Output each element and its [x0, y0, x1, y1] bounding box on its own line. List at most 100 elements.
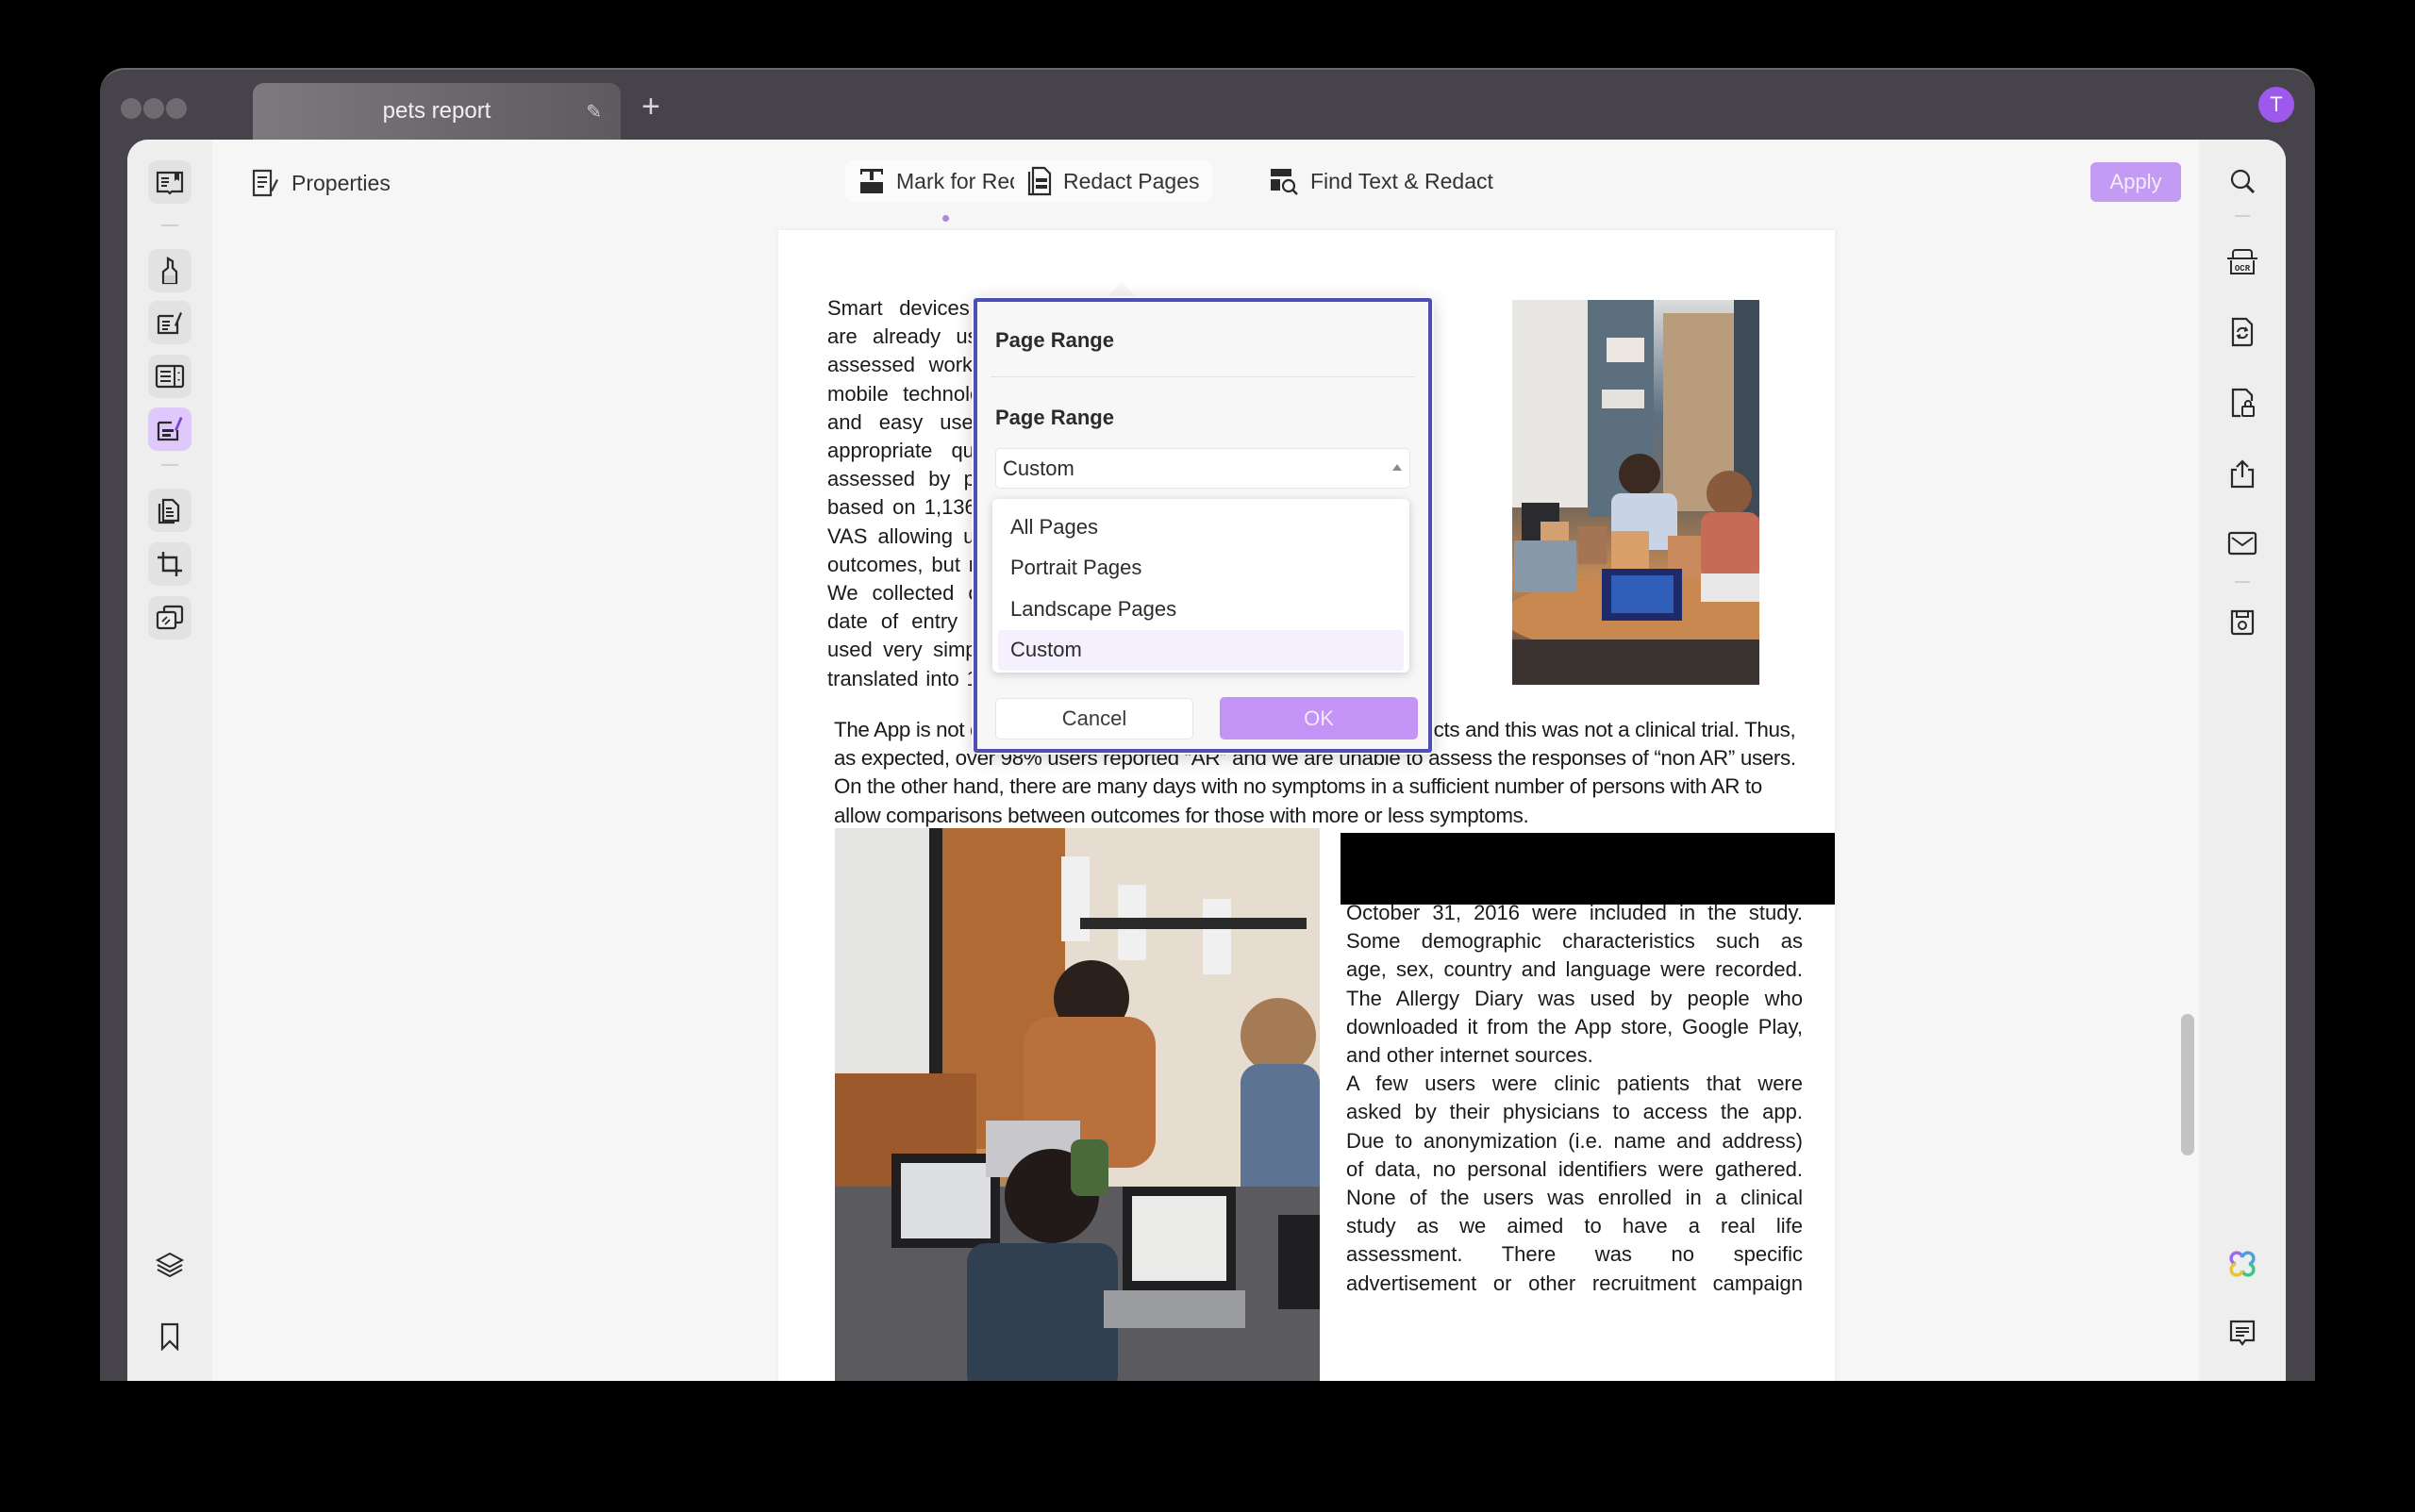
sidebar-divider [161, 224, 178, 226]
edit-text-icon [156, 308, 184, 337]
lock-file-icon [2229, 388, 2256, 418]
right-sidebar-comments[interactable] [2222, 1313, 2263, 1354]
pages-icon [156, 496, 184, 524]
paragraph-column: October 31, 2016 were included in the st… [1346, 899, 1803, 1298]
crop-icon [156, 550, 184, 578]
sidebar-divider [2235, 215, 2250, 217]
app-window: pets report ✎ + T Properties Mark for Re… [100, 68, 2315, 1381]
user-avatar[interactable]: T [2258, 87, 2294, 123]
sidebar-item-edit[interactable] [148, 301, 192, 344]
bookmark-icon [159, 1322, 180, 1351]
sidebar-item-compare[interactable] [148, 596, 192, 640]
vertical-scrollbar[interactable] [2181, 1014, 2194, 1155]
page-range-dropdown: All Pages Portrait Pages Landscape Pages… [992, 499, 1409, 673]
option-landscape-pages[interactable]: Landscape Pages [998, 589, 1404, 630]
page-range-label: Page Range [995, 406, 1114, 429]
sidebar-item-organize[interactable] [148, 489, 192, 532]
left-sidebar [127, 140, 212, 1381]
window-close-button[interactable] [121, 98, 142, 119]
option-portrait-pages[interactable]: Portrait Pages [998, 548, 1404, 590]
text-line: age, sex, country and language were reco… [1346, 957, 1803, 982]
text-line: of data, no personal identifiers were ga… [1346, 1156, 1803, 1181]
right-sidebar-protect[interactable] [2222, 382, 2263, 424]
dialog-title: Page Range [995, 328, 1114, 352]
overlay-icon [156, 605, 184, 631]
tool-label: Find Text & Redact [1310, 168, 1493, 193]
text-line: study as we aimed to have a real life [1346, 1214, 1803, 1238]
team-working-photo [835, 828, 1320, 1381]
mark-redaction-icon [858, 167, 885, 195]
text-line: None of the users was enrolled in a clin… [1346, 1186, 1803, 1210]
rename-pencil-icon[interactable]: ✎ [586, 100, 602, 124]
right-sidebar-email[interactable] [2222, 523, 2263, 564]
convert-icon [2229, 317, 2256, 347]
page-range-selected-value: Custom [1003, 456, 1074, 480]
redact-pages-icon [1027, 166, 1052, 196]
cancel-button[interactable]: Cancel [995, 698, 1193, 739]
option-all-pages[interactable]: All Pages [998, 507, 1404, 548]
search-icon [2228, 167, 2257, 195]
page-range-select[interactable]: Custom [995, 448, 1410, 489]
sidebar-item-form[interactable] [148, 355, 192, 398]
new-tab-button[interactable]: + [641, 89, 660, 125]
book-icon [156, 169, 184, 195]
text-line: assessment. There was no specific [1346, 1242, 1803, 1267]
redaction-mark[interactable] [1341, 833, 1835, 905]
sidebar-item-crop[interactable] [148, 542, 192, 586]
comment-icon [2228, 1319, 2257, 1349]
properties-label: Properties [291, 170, 391, 195]
sidebar-item-reader[interactable] [148, 160, 192, 204]
text-line: October 31, 2016 were included in the st… [1346, 901, 1803, 924]
tool-label: Redact Pages [1063, 168, 1200, 193]
text-line: asked by their physicians to access the … [1346, 1100, 1803, 1124]
find-text-redact-icon [1269, 166, 1299, 196]
text-line: A few users were clinic patients that we… [1346, 1072, 1803, 1096]
right-sidebar: OCR [2199, 140, 2286, 1381]
apply-button[interactable]: Apply [2090, 162, 2181, 202]
page-range-dialog: Page Range Page Range Custom All Pages P… [972, 296, 1434, 755]
right-sidebar-save[interactable] [2222, 602, 2263, 643]
properties-button[interactable]: Properties [250, 168, 391, 198]
window-minimize-button[interactable] [143, 98, 164, 119]
highlighter-icon [158, 257, 182, 285]
text-line: Some demographic characteristics such as [1346, 929, 1803, 954]
text-line: downloaded it from the App store, Google… [1346, 1014, 1803, 1038]
layers-icon [155, 1251, 185, 1279]
dialog-pointer [1108, 281, 1135, 296]
sidebar-divider [161, 464, 178, 466]
tool-find-text-redact[interactable]: Find Text & Redact [1256, 160, 1507, 202]
right-sidebar-convert[interactable] [2222, 311, 2263, 353]
sidebar-item-layers[interactable] [148, 1243, 192, 1287]
tab-title: pets report [382, 98, 491, 124]
option-custom[interactable]: Custom [998, 629, 1404, 671]
text-line: and other internet sources. [1346, 1043, 1593, 1068]
active-tool-indicator [942, 215, 949, 222]
right-sidebar-search[interactable] [2222, 160, 2263, 202]
sidebar-divider [2235, 581, 2250, 583]
meeting-room-photo [1512, 300, 1759, 685]
tool-redact-pages[interactable]: Redact Pages [1014, 160, 1213, 202]
app-content: Properties Mark for Redaction Redact Pag… [127, 140, 2286, 1381]
share-icon [2228, 458, 2257, 489]
form-icon [155, 364, 185, 389]
ai-assistant-icon [2226, 1248, 2258, 1280]
right-sidebar-ocr[interactable]: OCR [2222, 241, 2263, 283]
chevron-up-icon [1392, 464, 1402, 471]
svg-text:OCR: OCR [2235, 264, 2251, 274]
ok-button[interactable]: OK [1220, 697, 1418, 739]
properties-icon [250, 168, 280, 198]
sidebar-item-bookmarks[interactable] [148, 1315, 192, 1358]
sidebar-item-comment[interactable] [148, 249, 192, 292]
text-line: advertisement or other recruitment campa… [1346, 1271, 1803, 1295]
right-sidebar-share[interactable] [2222, 453, 2263, 494]
window-zoom-button[interactable] [166, 98, 187, 119]
text-line: The Allergy Diary was used by people who [1346, 986, 1803, 1010]
dialog-divider [991, 376, 1415, 377]
text-line: Due to anonymization (i.e. name and addr… [1346, 1128, 1803, 1153]
document-tab[interactable]: pets report ✎ [253, 83, 621, 140]
right-sidebar-ai-assistant[interactable] [2222, 1243, 2263, 1285]
save-icon [2229, 608, 2256, 637]
ocr-icon: OCR [2225, 247, 2259, 277]
sidebar-item-redact[interactable] [148, 407, 192, 451]
redact-icon [156, 415, 184, 443]
